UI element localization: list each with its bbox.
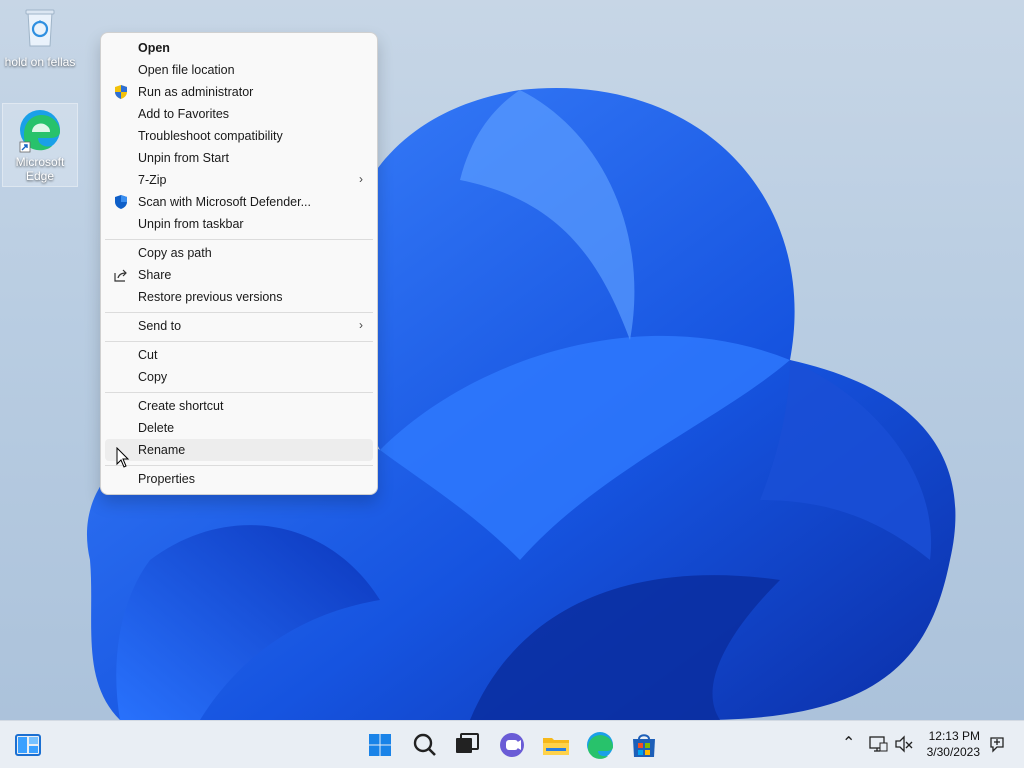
menu-item-label: Run as administrator — [138, 85, 254, 99]
menu-item-cut[interactable]: Cut — [105, 344, 373, 366]
menu-item-label: 7-Zip — [138, 173, 167, 187]
edge-browser-icon[interactable] — [584, 729, 616, 761]
menu-separator — [105, 465, 373, 466]
menu-item-share[interactable]: Share — [105, 264, 373, 286]
menu-item-run-as-administrator[interactable]: Run as administrator — [105, 81, 373, 103]
menu-item-label: Open — [138, 41, 170, 55]
menu-separator — [105, 392, 373, 393]
menu-item-label: Troubleshoot compatibility — [138, 129, 283, 143]
menu-item-label: Unpin from Start — [138, 151, 230, 165]
defender-shield-icon — [115, 195, 127, 209]
menu-item-copy-as-path[interactable]: Copy as path — [105, 242, 373, 264]
menu-item-unpin-from-start[interactable]: Unpin from Start — [105, 147, 373, 169]
menu-item-open[interactable]: Open — [105, 37, 373, 59]
menu-item-label: Properties — [138, 472, 195, 486]
desktop-icon-microsoft-edge[interactable]: Microsoft Edge — [2, 103, 78, 187]
menu-item-restore-previous-versions[interactable]: Restore previous versions — [105, 286, 373, 308]
widgets-icon[interactable] — [12, 729, 44, 761]
chevron-up-icon[interactable]: ⌃ — [842, 733, 855, 753]
menu-item-label: Restore previous versions — [138, 290, 283, 304]
menu-item-label: Unpin from taskbar — [138, 217, 244, 231]
menu-item-label: Scan with Microsoft Defender... — [138, 195, 311, 209]
taskbar: ⌃ 12:13 PM 3/30/2023 — [0, 720, 1024, 768]
notifications-icon[interactable] — [988, 735, 1006, 753]
menu-item-send-to[interactable]: Send to › — [105, 315, 373, 337]
menu-separator — [105, 312, 373, 313]
menu-item-label: Copy — [138, 370, 168, 384]
menu-item-label: Create shortcut — [138, 399, 224, 413]
start-windows-icon[interactable] — [364, 729, 396, 761]
uac-shield-icon — [115, 85, 127, 99]
menu-item-label: Send to — [138, 319, 182, 333]
menu-item-label: Rename — [138, 443, 186, 457]
teams-chat-icon[interactable] — [496, 729, 528, 761]
desktop-icon-label: Microsoft Edge — [15, 155, 65, 183]
menu-separator — [105, 239, 373, 240]
recycle-bin-icon — [25, 9, 55, 47]
share-icon — [114, 269, 127, 282]
context-menu: Open Open file location Run as administr… — [100, 32, 378, 495]
file-explorer-icon[interactable] — [540, 729, 572, 761]
menu-item-open-file-location[interactable]: Open file location — [105, 59, 373, 81]
menu-item-create-shortcut[interactable]: Create shortcut — [105, 395, 373, 417]
menu-item-label: Add to Favorites — [138, 107, 230, 121]
menu-separator — [105, 341, 373, 342]
menu-item-label: Open file location — [138, 63, 235, 77]
microsoft-store-icon[interactable] — [628, 729, 660, 761]
menu-item-label: Share — [138, 268, 172, 282]
menu-item-copy[interactable]: Copy — [105, 366, 373, 388]
desktop-icon-recycle-bin[interactable]: hold on fellas — [2, 6, 78, 69]
menu-item-label: Cut — [138, 348, 158, 362]
volume-muted-icon[interactable] — [894, 735, 914, 753]
task-view-icon[interactable] — [451, 729, 483, 761]
system-clock[interactable]: 12:13 PM 3/30/2023 — [927, 728, 980, 760]
menu-item-add-to-favorites[interactable]: Add to Favorites — [105, 103, 373, 125]
menu-item-properties[interactable]: Properties — [105, 468, 373, 490]
clock-time: 12:13 PM — [928, 729, 980, 743]
chevron-right-icon: › — [359, 318, 363, 332]
menu-item-delete[interactable]: Delete — [105, 417, 373, 439]
menu-item-label: Delete — [138, 421, 175, 435]
desktop-icon-label: hold on fellas — [4, 55, 76, 69]
menu-item-label: Copy as path — [138, 246, 212, 260]
network-icon[interactable] — [868, 735, 888, 753]
menu-item-troubleshoot-compatibility[interactable]: Troubleshoot compatibility — [105, 125, 373, 147]
menu-item-7zip[interactable]: 7-Zip › — [105, 169, 373, 191]
menu-item-unpin-from-taskbar[interactable]: Unpin from taskbar — [105, 213, 373, 235]
menu-item-scan-with-defender[interactable]: Scan with Microsoft Defender... — [105, 191, 373, 213]
menu-item-rename[interactable]: Rename — [105, 439, 373, 461]
mouse-pointer-icon — [116, 447, 130, 468]
search-icon[interactable] — [409, 729, 441, 761]
edge-icon — [19, 110, 60, 153]
clock-date: 3/30/2023 — [926, 745, 980, 759]
chevron-right-icon: › — [359, 172, 363, 186]
